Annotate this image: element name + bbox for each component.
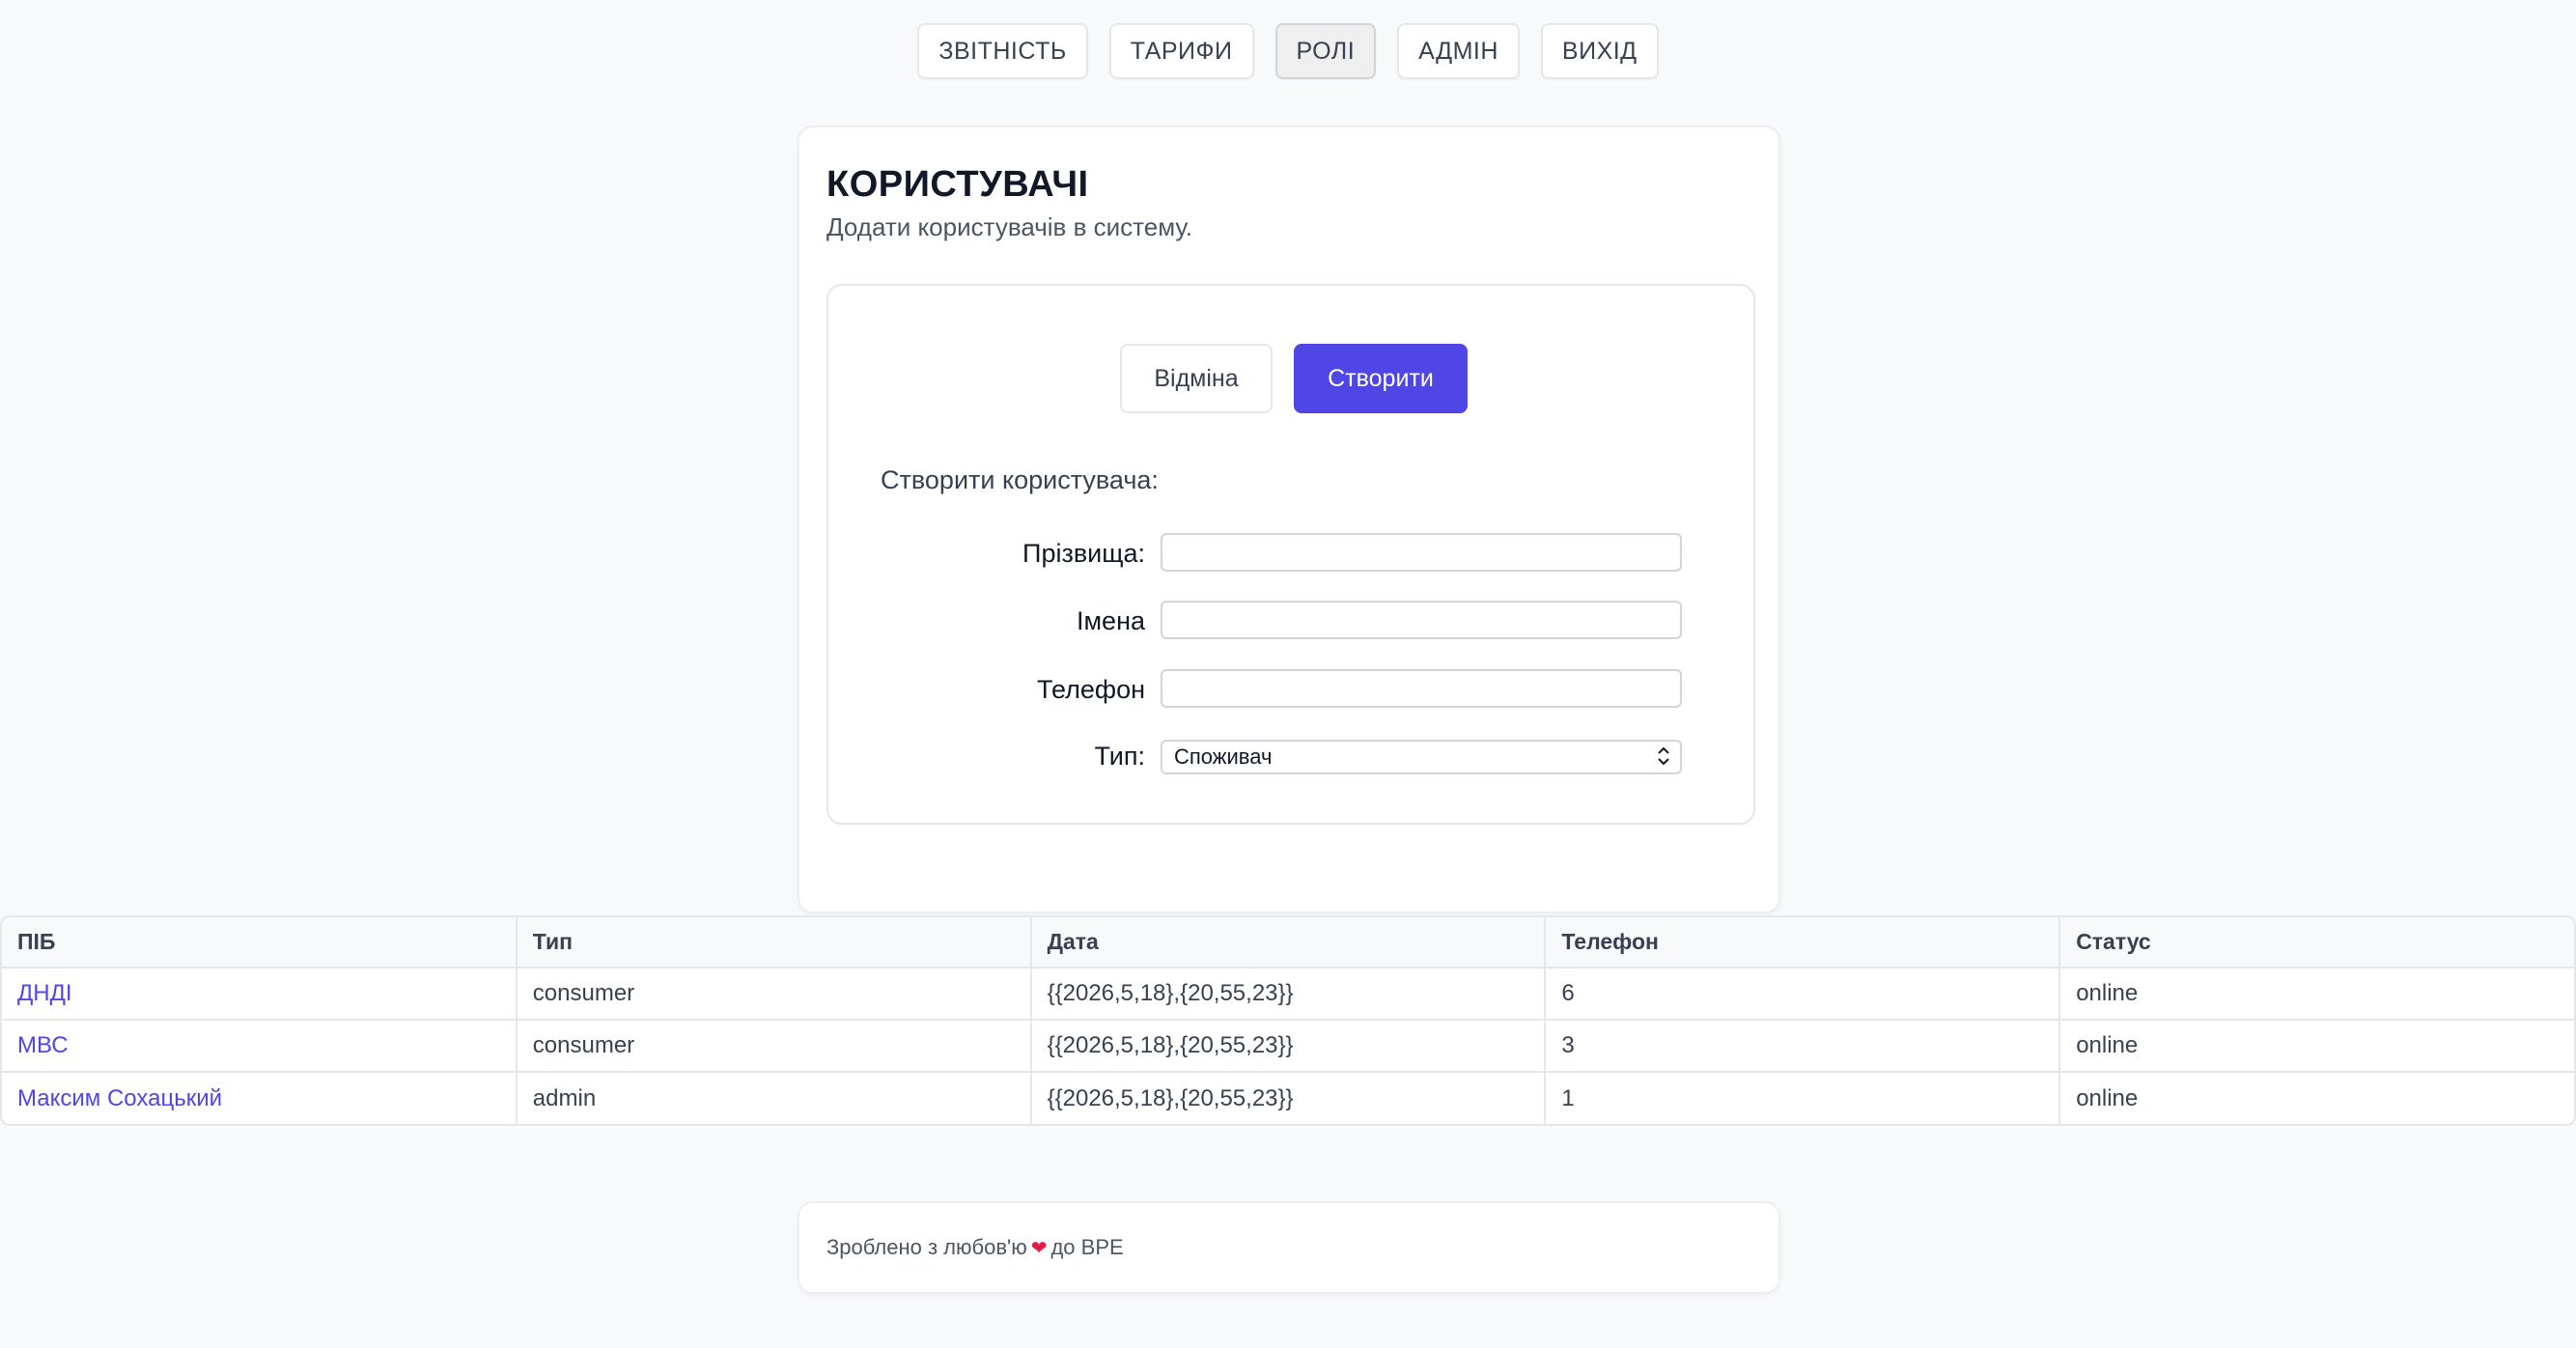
user-phone-cell: 1 <box>1545 1071 2061 1124</box>
user-name-link[interactable]: Максим Сохацький <box>2 1071 518 1124</box>
user-phone-cell: 3 <box>1545 1019 2061 1072</box>
column-header-status: Статус <box>2059 917 2574 968</box>
surname-label: Прізвища: <box>1022 539 1145 568</box>
user-type-cell: admin <box>516 1071 1032 1124</box>
user-status-cell: online <box>2059 967 2574 1020</box>
heart-icon: ❤ <box>1030 1237 1048 1259</box>
footer: Зроблено з любов'ю ❤ до ВРЕ <box>798 1201 1780 1294</box>
create-user-form: Відміна Створити Створити користувача: П… <box>826 284 1755 825</box>
user-phone-cell: 6 <box>1545 967 2061 1020</box>
phone-input[interactable] <box>1161 669 1682 708</box>
user-status-cell: online <box>2059 1019 2574 1072</box>
nav-reports-button[interactable]: ЗВІТНІСТЬ <box>917 23 1088 79</box>
column-header-phone: Телефон <box>1545 917 2061 968</box>
form-heading: Створити користувача: <box>881 465 1159 494</box>
user-date-cell: {{2026,5,18},{20,55,23}} <box>1030 967 1547 1020</box>
table-row: Максим Сохацький admin {{2026,5,18},{20,… <box>2 1071 2574 1124</box>
phone-label: Телефон <box>1036 675 1145 704</box>
names-input[interactable] <box>1161 601 1682 639</box>
footer-text-after: до ВРЕ <box>1050 1235 1124 1259</box>
users-table: ПІБ Тип Дата Телефон Статус ДНДІ consume… <box>0 915 2576 1126</box>
user-name-link[interactable]: МВС <box>2 1019 518 1072</box>
type-label: Тип: <box>1094 742 1145 771</box>
create-button[interactable]: Створити <box>1294 344 1468 413</box>
column-header-date: Дата <box>1030 917 1547 968</box>
chevron-up-down-icon <box>1657 745 1670 767</box>
names-label: Імена <box>1076 606 1145 635</box>
users-card: КОРИСТУВАЧІ Додати користувачів в систем… <box>798 126 1780 913</box>
page-subtitle: Додати користувачів в систему. <box>826 212 1193 241</box>
surname-input[interactable] <box>1161 533 1682 572</box>
nav-roles-button[interactable]: РОЛІ <box>1274 23 1377 79</box>
page-title: КОРИСТУВАЧІ <box>826 164 1089 205</box>
user-type-cell: consumer <box>516 967 1032 1020</box>
nav-tariffs-button[interactable]: ТАРИФИ <box>1108 23 1254 79</box>
table-header-row: ПІБ Тип Дата Телефон Статус <box>2 917 2574 968</box>
type-select-value: Споживач <box>1174 744 1273 769</box>
names-row: Імена <box>828 601 1757 641</box>
type-row: Тип: Споживач <box>828 740 1757 780</box>
nav-admin-button[interactable]: АДМІН <box>1397 23 1520 79</box>
phone-row: Телефон <box>828 669 1757 710</box>
user-date-cell: {{2026,5,18},{20,55,23}} <box>1030 1071 1547 1124</box>
user-status-cell: online <box>2059 1071 2574 1124</box>
user-type-cell: consumer <box>516 1019 1032 1072</box>
column-header-name: ПІБ <box>2 917 518 968</box>
type-select[interactable]: Споживач <box>1161 740 1682 774</box>
user-date-cell: {{2026,5,18},{20,55,23}} <box>1030 1019 1547 1072</box>
user-name-link[interactable]: ДНДІ <box>2 967 518 1020</box>
cancel-button[interactable]: Відміна <box>1120 344 1273 413</box>
table-row: МВС consumer {{2026,5,18},{20,55,23}} 3 … <box>2 1019 2574 1072</box>
column-header-type: Тип <box>516 917 1032 968</box>
table-row: ДНДІ consumer {{2026,5,18},{20,55,23}} 6… <box>2 967 2574 1020</box>
top-navigation: ЗВІТНІСТЬ ТАРИФИ РОЛІ АДМІН ВИХІД <box>0 23 2576 79</box>
footer-text-before: Зроблено з любов'ю <box>826 1235 1027 1259</box>
nav-logout-button[interactable]: ВИХІД <box>1540 23 1659 79</box>
surname-row: Прізвища: <box>828 533 1757 574</box>
